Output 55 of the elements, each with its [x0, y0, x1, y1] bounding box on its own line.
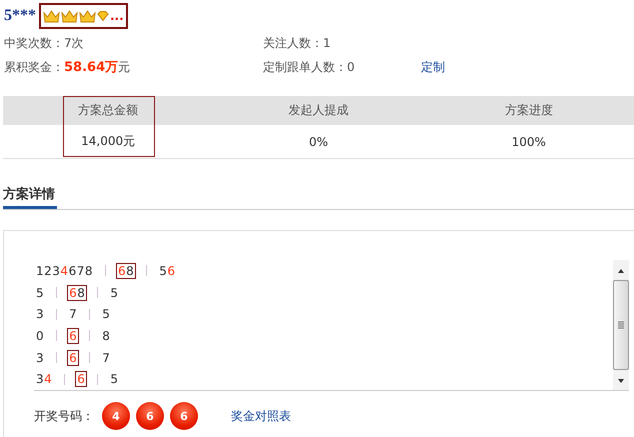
digit: 6 — [69, 286, 78, 300]
digit: 3 — [36, 350, 44, 365]
number-ball: 6 — [170, 402, 198, 430]
digit: 8 — [77, 286, 86, 300]
scrollbar[interactable] — [613, 260, 629, 390]
digit: 5 — [110, 286, 119, 300]
draw-label: 开奖号码： — [34, 408, 94, 424]
stat-text: 中奖次数：7次 — [4, 35, 85, 52]
digit: 2 — [44, 264, 52, 278]
digit: 5 — [159, 264, 168, 278]
digit: 5 — [36, 286, 44, 300]
digit: 5 — [102, 307, 110, 322]
user-name: 5*** — [4, 7, 36, 25]
crown-icon — [43, 10, 60, 22]
diamond-icon — [97, 11, 109, 21]
digit: 0 — [36, 328, 44, 343]
scroll-thumb[interactable] — [613, 280, 629, 370]
down-arrow-icon[interactable] — [618, 379, 624, 383]
digit: 8 — [84, 264, 93, 278]
stat-text: 累积奖金：58.64万元 — [4, 59, 132, 76]
digit: 3 — [52, 264, 60, 278]
digit: 7 — [102, 350, 110, 365]
digit: 6 — [167, 264, 176, 278]
column-header: 发起人提成 — [287, 102, 350, 119]
column-header: 方案进度 — [504, 102, 554, 119]
more-text: ... — [110, 11, 124, 21]
section-tab[interactable]: 方案详情 — [3, 185, 57, 209]
digit: 6 — [68, 264, 77, 278]
prize-table-link[interactable]: 奖金对照表 — [231, 408, 291, 424]
digit: 6 — [69, 350, 78, 365]
digit: 6 — [69, 328, 78, 343]
table-cell-text: 14,000元 — [80, 133, 136, 150]
digit: 4 — [60, 264, 69, 278]
digit: 1 — [36, 264, 44, 278]
digit: 4 — [44, 372, 52, 386]
crown-icon — [79, 10, 96, 22]
digit: 8 — [102, 328, 110, 343]
stat-text: 关注人数：1 — [263, 35, 332, 52]
column-header: 方案总金额 — [77, 102, 140, 119]
digit: 7 — [76, 264, 85, 278]
number-ball: 4 — [102, 402, 130, 430]
digit: 3 — [36, 372, 44, 386]
digit: 8 — [126, 264, 134, 278]
customize-link[interactable]: 定制 — [421, 58, 630, 76]
digit: 7 — [69, 307, 78, 322]
up-arrow-icon[interactable] — [618, 269, 624, 273]
digit: 6 — [118, 264, 126, 278]
crown-icon — [61, 10, 78, 22]
table-cell-text: 100% — [510, 134, 547, 148]
digit: 3 — [36, 307, 44, 322]
digit: 6 — [77, 372, 86, 386]
table-cell-text: 0% — [308, 134, 330, 148]
digit: 5 — [110, 372, 119, 386]
number-ball: 6 — [136, 402, 164, 430]
stat-text: 定制跟单人数：0 — [263, 58, 356, 76]
